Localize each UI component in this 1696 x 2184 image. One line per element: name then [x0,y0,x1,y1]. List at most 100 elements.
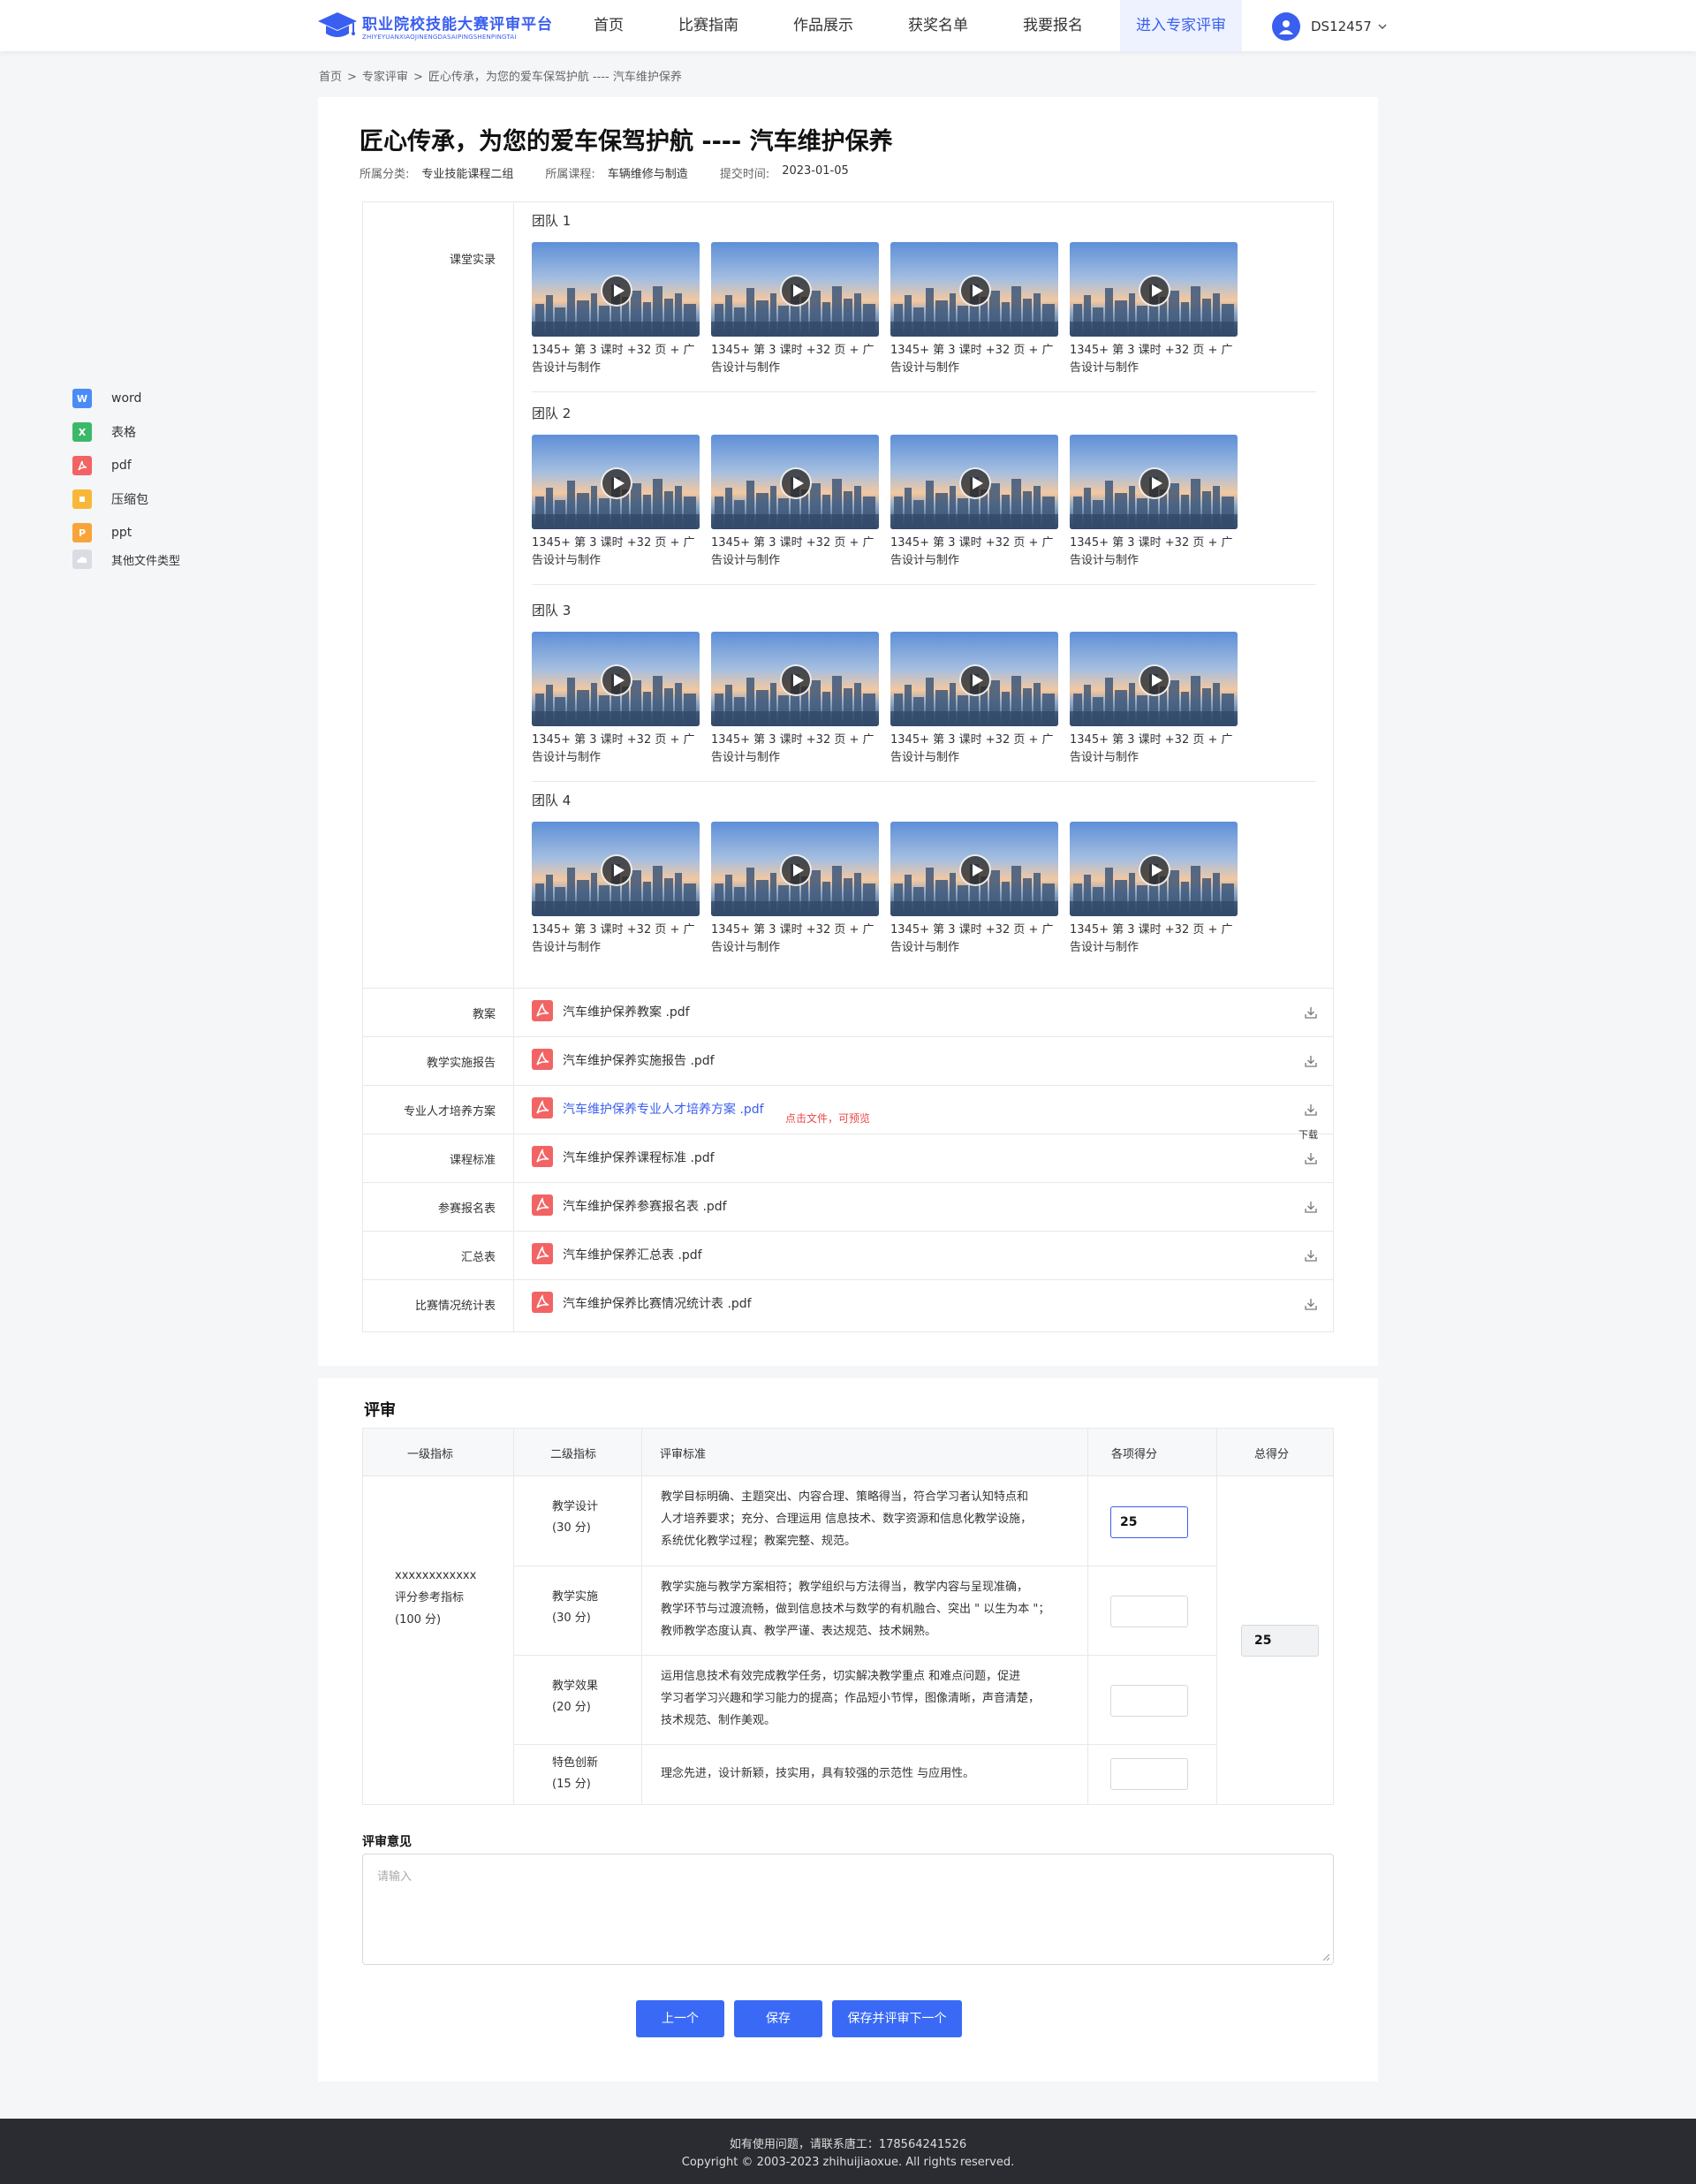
video-thumbnail[interactable] [890,632,1058,726]
play-icon[interactable] [601,664,632,696]
pdf-icon [532,1146,553,1167]
file-row-label: 教案 [472,1008,496,1021]
site-logo[interactable]: 职业院校技能大赛评审平台 ZHIYEYUANXIAOJINENGDASAIPIN… [316,7,555,44]
play-icon[interactable] [601,854,632,886]
file-link[interactable]: 汽车维护保养专业人才培养方案 .pdf [563,1100,764,1118]
play-icon[interactable] [780,664,812,696]
video-caption: 1345+ 第 3 课时 +32 页 + 广告设计与制作 [1070,536,1233,567]
video-caption: 1345+ 第 3 课时 +32 页 + 广告设计与制作 [1070,733,1233,764]
time-value: 2023-01-05 [782,164,849,178]
nav-expert-review[interactable]: 进入专家评审 [1120,0,1242,51]
criteria-line: 教学实施与教学方案相符；教学组织与方法得当，教学内容与呈现准确， [661,1581,1029,1594]
level2-points: (15 分) [552,1778,591,1791]
video-thumbnail[interactable] [711,822,879,916]
file-link[interactable]: 汽车维护保养参赛报名表 .pdf [563,1197,727,1215]
breadcrumb-expert-review[interactable]: 专家评审 [362,71,408,84]
video-caption: 1345+ 第 3 课时 +32 页 + 广告设计与制作 [532,536,695,567]
video-thumbnail[interactable] [1070,632,1238,726]
resize-handle-icon[interactable] [1320,1951,1330,1961]
download-icon[interactable] [1304,1248,1318,1263]
nav-guide[interactable]: 比赛指南 [661,0,756,51]
play-icon[interactable] [959,664,991,696]
nav-winners[interactable]: 获奖名单 [890,0,986,51]
play-icon[interactable] [601,275,632,307]
table-divider [1216,1429,1217,1804]
play-icon[interactable] [780,275,812,307]
play-icon[interactable] [780,854,812,886]
video-thumbnail[interactable] [890,435,1058,529]
word-icon: W [72,389,92,408]
column-divider [513,202,514,1331]
play-icon[interactable] [959,275,991,307]
video-thumbnail[interactable] [890,242,1058,337]
previous-button[interactable]: 上一个 [636,2000,724,2037]
criteria-line: 教学环节与过渡流畅，做到信息技术与数学的有机融合、突出 " 以生为本 "； [661,1603,1050,1616]
play-icon[interactable] [959,854,991,886]
download-icon[interactable] [1304,1103,1318,1117]
criteria-line: 教学目标明确、主题突出、内容合理、策略得当，符合学习者认知特点和 [661,1490,1029,1504]
other-file-icon [72,550,92,569]
video-thumbnail[interactable] [532,435,700,529]
pdf-icon [532,1097,553,1119]
download-icon[interactable] [1304,1054,1318,1068]
video-thumbnail[interactable] [711,435,879,529]
file-link[interactable]: 汽车维护保养课程标准 .pdf [563,1149,715,1166]
legend-label: 其他文件类型 [111,554,181,568]
file-link[interactable]: 汽车维护保养比赛情况统计表 .pdf [563,1294,752,1312]
header-total-score: 总得分 [1254,1448,1290,1461]
play-icon[interactable] [1139,467,1170,499]
file-row-label: 参赛报名表 [437,1202,496,1216]
breadcrumb-home[interactable]: 首页 [319,71,342,84]
opinion-textarea[interactable]: 请输入 [362,1854,1334,1965]
score-input-implementation[interactable] [1110,1596,1188,1627]
file-row-label: 比赛情况统计表 [414,1300,496,1313]
level2-name: 教学效果 [552,1680,599,1693]
video-thumbnail[interactable] [890,822,1058,916]
video-thumbnail[interactable] [1070,822,1238,916]
download-icon[interactable] [1304,1005,1318,1020]
score-input-innovation[interactable] [1110,1758,1188,1790]
video-thumbnail[interactable] [532,822,700,916]
video-thumbnail[interactable] [711,632,879,726]
video-thumbnail[interactable] [532,242,700,337]
save-button[interactable]: 保存 [734,2000,822,2037]
play-icon[interactable] [780,467,812,499]
file-link[interactable]: 汽车维护保养汇总表 .pdf [563,1246,702,1263]
play-icon[interactable] [1139,854,1170,886]
play-icon[interactable] [1139,275,1170,307]
nav-home[interactable]: 首页 [576,0,641,51]
row-divider [363,1231,1333,1232]
legend-excel: X 表格 [72,422,136,442]
video-caption: 1345+ 第 3 课时 +32 页 + 广告设计与制作 [711,923,874,954]
video-thumbnail[interactable] [1070,242,1238,337]
user-menu[interactable]: DS12457 [1272,12,1388,41]
video-caption: 1345+ 第 3 课时 +32 页 + 广告设计与制作 [1070,344,1233,375]
breadcrumb: 首页 > 专家评审 > 匠心传承，为您的爱车保驾护航 ---- 汽车维护保养 [319,67,682,84]
level2-points: (30 分) [552,1521,591,1535]
row-divider [363,1036,1333,1037]
video-thumbnail[interactable] [1070,435,1238,529]
play-icon[interactable] [601,467,632,499]
video-thumbnail[interactable] [711,242,879,337]
file-link[interactable]: 汽车维护保养教案 .pdf [563,1003,690,1020]
download-icon[interactable] [1304,1151,1318,1165]
score-input-effect[interactable] [1110,1685,1188,1717]
nav-signup[interactable]: 我要报名 [1005,0,1101,51]
play-icon[interactable] [1139,664,1170,696]
file-link[interactable]: 汽车维护保养实施报告 .pdf [563,1051,715,1069]
time-label: 提交时间: [719,168,770,181]
video-thumbnail[interactable] [532,632,700,726]
save-and-next-button[interactable]: 保存并评审下一个 [832,2000,962,2037]
legend-label: pdf [111,459,132,473]
level1-name: xxxxxxxxxxxx [395,1569,477,1582]
level1-points: (100 分) [395,1613,442,1627]
course-label: 所属课程: [545,168,595,181]
criteria-line: 理念先进，设计新颖，技实用，具有较强的示范性 与应用性。 [661,1767,975,1780]
play-icon[interactable] [959,467,991,499]
download-icon[interactable] [1304,1297,1318,1311]
score-input-design[interactable]: 25 [1110,1506,1188,1538]
nav-showcase[interactable]: 作品展示 [776,0,871,51]
download-icon[interactable] [1304,1200,1318,1214]
header-level2: 二级指标 [550,1448,597,1461]
level2-points: (30 分) [552,1611,591,1625]
